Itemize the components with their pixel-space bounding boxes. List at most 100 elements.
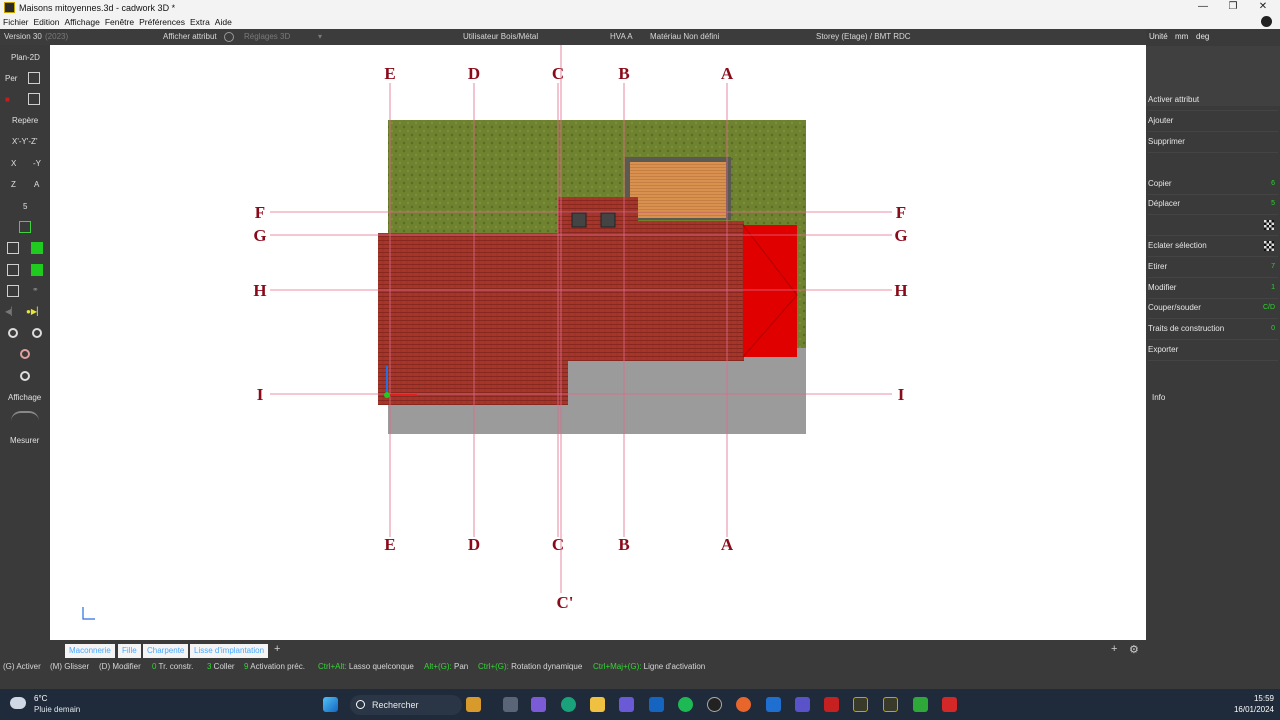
chevron-down-icon[interactable]: ▾ [318,32,322,41]
clock-time: 15:59 [1253,694,1274,703]
x-view-button[interactable]: X [11,159,16,168]
menu-extra[interactable]: Extra [190,17,210,27]
command-item[interactable]: Etirer 7 [1148,258,1278,278]
command-label: Exporter [1148,345,1179,354]
command-item[interactable]: Exporter [1148,341,1278,361]
chimney[interactable] [600,212,616,228]
zoom-window-icon[interactable] [20,371,30,381]
green-app-icon[interactable] [913,697,928,712]
teams-work-icon[interactable] [795,697,810,712]
add-tab-icon[interactable]: + [274,643,280,655]
red-roof-element[interactable] [743,225,797,357]
outlook-icon[interactable] [766,697,781,712]
help-icon[interactable] [1261,16,1272,27]
dropbox-icon[interactable] [649,697,664,712]
3d-viewport[interactable]: E E D D C C B B A A C' F F G G H H I I [50,45,1146,640]
play-icon[interactable]: ●▶▏ [26,307,43,316]
menu-preferences[interactable]: Préférences [139,17,185,27]
menu-edition[interactable]: Edition [34,17,60,27]
roof-center-top[interactable] [558,197,638,223]
measure-arc-icon[interactable] [11,411,39,421]
spotify-icon[interactable] [678,697,693,712]
minimize-button[interactable]: — [1188,0,1218,15]
command-item[interactable]: Activer attribut [1148,91,1278,111]
checker-icon[interactable] [1264,241,1274,251]
teams-icon[interactable] [531,697,546,712]
cube-icon[interactable] [7,264,19,276]
command-item[interactable]: Couper/souder C/D [1148,299,1278,319]
zoom-all-icon[interactable] [20,349,30,359]
roof-left-upper[interactable] [378,233,560,295]
green-cube-icon[interactable] [31,242,43,254]
red-app-icon[interactable] [942,697,957,712]
zoom-out-icon[interactable] [32,328,42,338]
menu-fichier[interactable]: Fichier [3,17,29,27]
cube-view-icon[interactable] [28,93,40,105]
minus-y-view-button[interactable]: -Y [33,159,41,168]
edge-icon[interactable] [561,697,576,712]
openai-icon[interactable] [707,697,722,712]
green-cube-icon[interactable] [31,264,43,276]
menu-affichage[interactable]: Affichage [65,17,100,27]
mesurer-button[interactable]: Mesurer [10,436,39,445]
checker-icon[interactable] [1264,220,1274,230]
reglages-3d-dropdown[interactable]: Réglages 3D [244,32,290,41]
previous-icon[interactable]: ◀▏ [5,307,17,316]
roof-left-lower[interactable] [378,295,568,405]
cube-icon[interactable] [7,285,19,297]
chimney[interactable] [571,212,587,228]
floor-plan-drawing[interactable]: EEDDCCBBAAC'F FG GH HI I [50,45,1146,640]
gear-icon[interactable] [224,32,234,42]
command-item[interactable]: Ajouter [1148,112,1278,132]
tab-maconnerie[interactable]: Maconnerie [65,644,115,658]
view-5-button[interactable]: 5 [23,202,27,211]
mm-unit[interactable]: mm [1175,32,1188,41]
zoom-in-icon[interactable] [8,328,18,338]
active-cube-icon[interactable] [19,221,31,233]
windows-start-icon[interactable] [323,697,338,712]
tab-fille[interactable]: Fille [118,644,141,658]
repere-button[interactable]: Repère [12,116,38,125]
command-item[interactable] [1148,216,1278,236]
axis-label-top: D [468,64,480,83]
red-view-label[interactable]: ■ [5,95,10,104]
afficher-attribut-label[interactable]: Afficher attribut [163,32,217,41]
command-item[interactable]: Traits de construction 0 [1148,320,1278,340]
timber-terrace[interactable] [630,162,726,218]
copilot-icon[interactable] [619,697,634,712]
perspective-button[interactable]: Per [5,74,17,83]
close-button[interactable]: ✕ [1248,0,1278,15]
command-item[interactable]: Modifier 1 [1148,279,1278,299]
menu-fenetre[interactable]: Fenêtre [105,17,134,27]
file-explorer-icon[interactable] [590,697,605,712]
xyz-button[interactable]: X'-Y'-Z' [12,137,37,146]
taskbar-clock[interactable]: 15:59 16/01/2024 [1234,693,1274,715]
affichage-button[interactable]: Affichage [8,393,41,402]
roof-center[interactable] [558,221,744,361]
task-view-icon[interactable] [503,697,518,712]
command-item[interactable]: Déplacer 5 [1148,195,1278,215]
add-icon[interactable]: + [1111,643,1117,655]
perspective-cube-icon[interactable] [28,72,40,84]
maximize-button[interactable]: ❐ [1218,0,1248,15]
widget-icon[interactable] [466,697,481,712]
acrobat-icon[interactable] [824,697,839,712]
a-view-button[interactable]: A [34,180,39,189]
command-item[interactable]: Supprimer [1148,133,1278,153]
z-view-button[interactable]: Z [11,180,16,189]
command-item[interactable]: Eclater sélection [1148,237,1278,257]
link-icon[interactable]: ⚭ [32,285,39,294]
gear-icon[interactable]: ⚙ [1129,643,1139,656]
firefox-icon[interactable] [736,697,751,712]
cube-icon[interactable] [7,242,19,254]
tab-lisse-implantation[interactable]: Lisse d'implantation [190,644,269,658]
cadwork-2d-icon[interactable] [853,697,868,712]
command-item[interactable]: Copier 6 [1148,175,1278,195]
taskbar-search[interactable]: Rechercher [350,695,462,715]
menu-aide[interactable]: Aide [215,17,232,27]
plan-2d-button[interactable]: Plan-2D [11,53,40,62]
tab-charpente[interactable]: Charpente [143,644,189,658]
cadwork-3d-icon[interactable] [883,697,898,712]
deg-unit[interactable]: deg [1196,32,1209,41]
windows-taskbar: 6°C Pluie demain Rechercher 15:59 16/01/… [0,689,1280,720]
